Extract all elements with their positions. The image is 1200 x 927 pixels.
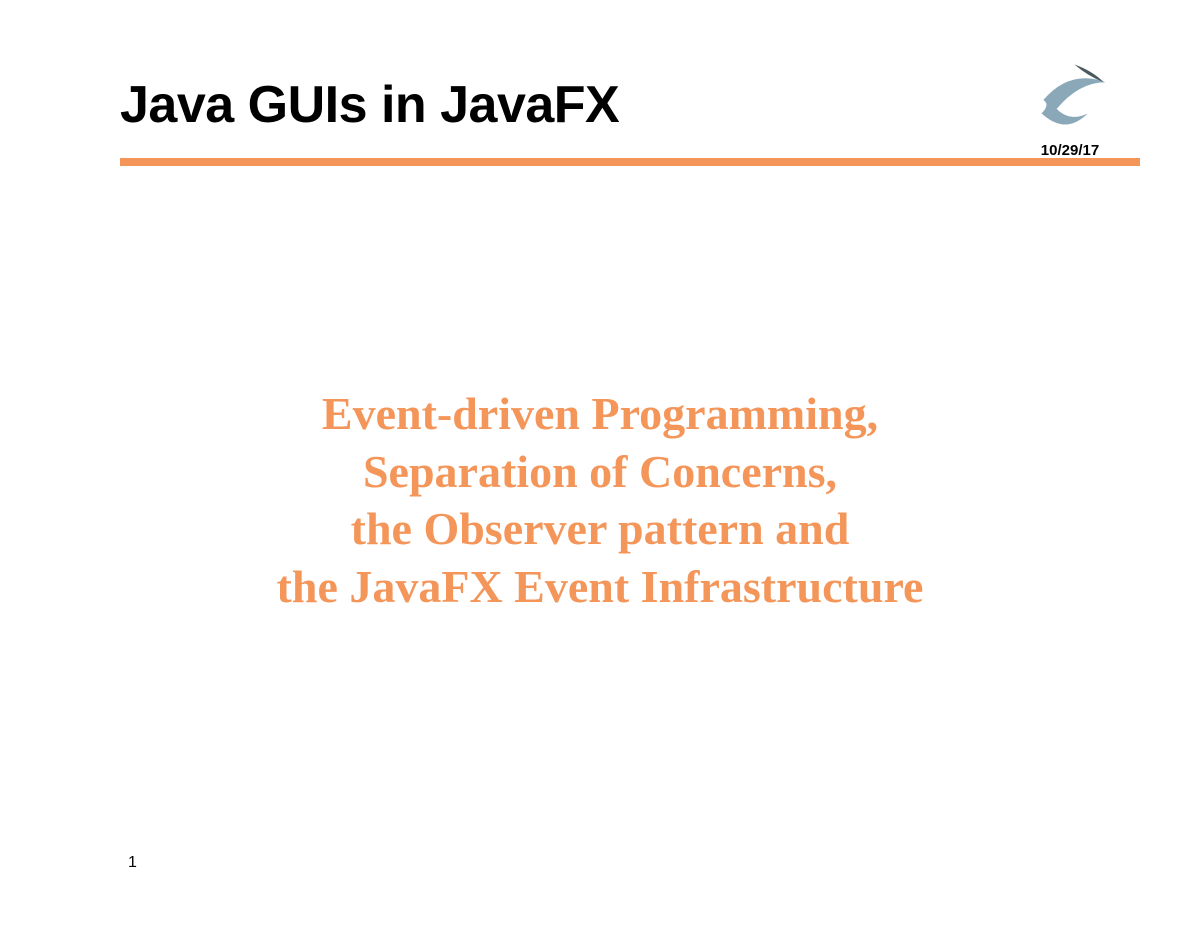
slide-header: Java GUIs in JavaFX [120,75,1140,135]
subtitle-line-4: the JavaFX Event Infrastructure [0,558,1200,616]
slide: Java GUIs in JavaFX 10/29/17 Event-drive… [0,0,1200,927]
subtitle-line-2: Separation of Concerns, [0,443,1200,501]
swoosh-logo-icon [1025,60,1115,140]
page-number: 1 [128,854,137,872]
subtitle-line-1: Event-driven Programming, [0,385,1200,443]
subtitle-line-3: the Observer pattern and [0,500,1200,558]
subtitle-block: Event-driven Programming, Separation of … [0,385,1200,615]
logo-block: 10/29/17 [1020,60,1120,159]
slide-title: Java GUIs in JavaFX [120,75,1140,135]
slide-date: 10/29/17 [1020,142,1120,159]
header-divider [120,158,1140,166]
